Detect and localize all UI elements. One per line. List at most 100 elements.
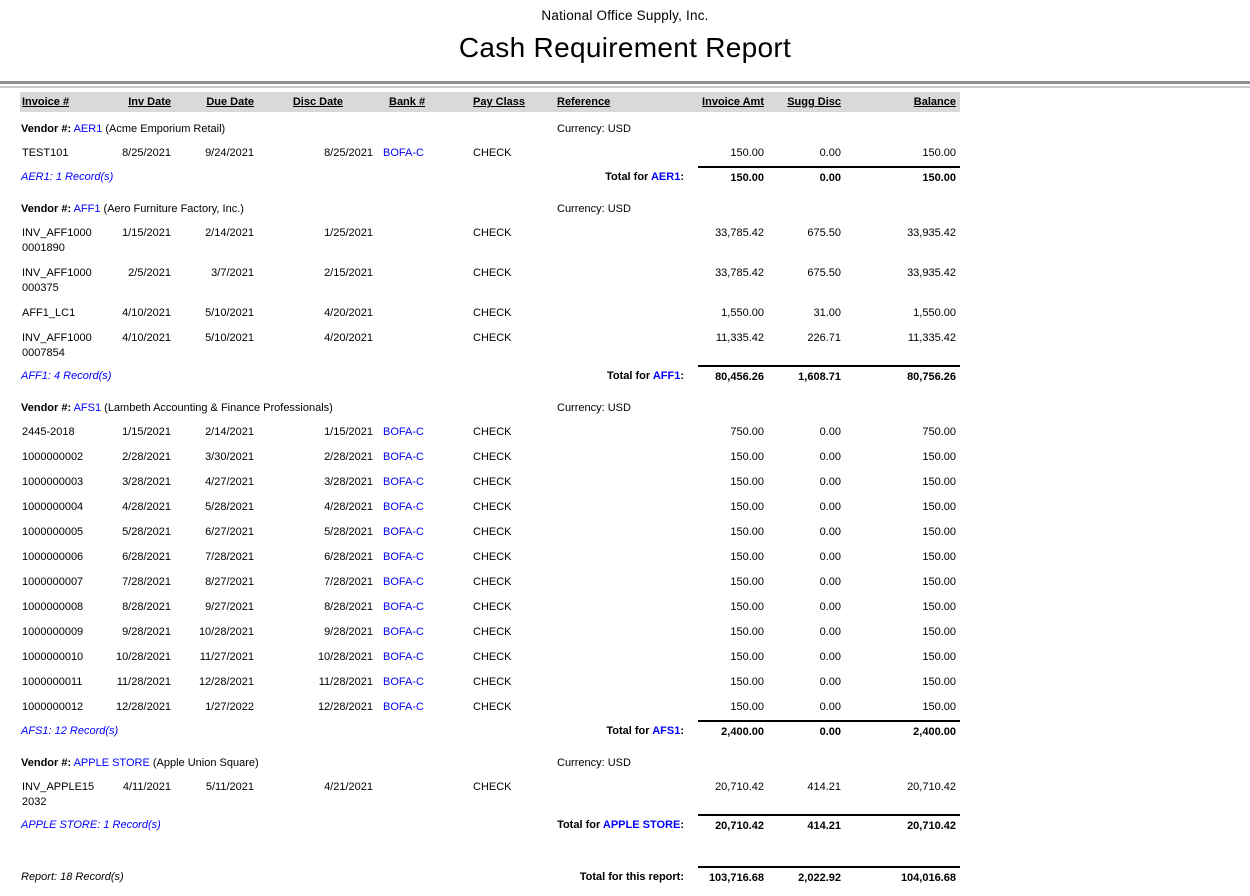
- group-records-link[interactable]: APPLE STORE: 1 Record(s): [20, 815, 377, 840]
- cell-pay_class: CHECK: [467, 775, 557, 815]
- cell-pay_class: CHECK: [467, 695, 557, 721]
- cell-bank-link[interactable]: BOFA-C: [377, 570, 467, 595]
- group-total-code-link[interactable]: APPLE STORE: [603, 819, 680, 831]
- cell-invoice: TEST101: [20, 141, 115, 167]
- cash-requirement-table: Invoice # Inv Date Due Date Disc Date Ba…: [20, 92, 960, 892]
- total-for-text: Total for: [606, 725, 652, 737]
- cell-balance: 33,935.42: [845, 261, 960, 301]
- cell-bank-link[interactable]: BOFA-C: [377, 670, 467, 695]
- cell-reference: [557, 221, 698, 261]
- group-total-label: Total for AFS1:: [377, 721, 698, 746]
- cell-balance: 150.00: [845, 570, 960, 595]
- cell-bank-link[interactable]: BOFA-C: [377, 495, 467, 520]
- cell-sugg_disc: 31.00: [768, 301, 845, 326]
- cell-reference: [557, 261, 698, 301]
- group-total-balance: 150.00: [845, 167, 960, 192]
- table-header-row: Invoice # Inv Date Due Date Disc Date Ba…: [20, 92, 960, 112]
- cell-bank-link[interactable]: BOFA-C: [377, 645, 467, 670]
- title-divider: [0, 81, 1250, 88]
- group-total-code-link[interactable]: AER1: [651, 171, 680, 183]
- cell-due_date: 2/14/2021: [175, 420, 258, 445]
- cell-bank: [377, 301, 467, 326]
- cell-inv_date: 2/5/2021: [115, 261, 175, 301]
- cell-invoice_amt: 150.00: [698, 620, 768, 645]
- cell-balance: 750.00: [845, 420, 960, 445]
- company-name: National Office Supply, Inc.: [0, 0, 1250, 23]
- group-total-code-link[interactable]: AFS1: [652, 725, 680, 737]
- column-header-disc-date: Disc Date: [258, 92, 377, 112]
- cell-bank-link[interactable]: BOFA-C: [377, 141, 467, 167]
- cell-disc_date: 12/28/2021: [258, 695, 377, 721]
- cell-balance: 150.00: [845, 445, 960, 470]
- cell-pay_class: CHECK: [467, 261, 557, 301]
- cell-bank-link[interactable]: BOFA-C: [377, 545, 467, 570]
- cell-inv_date: 8/25/2021: [115, 141, 175, 167]
- group-records-link[interactable]: AFS1: 12 Record(s): [20, 721, 377, 746]
- group-total-invoice_amt: 2,400.00: [698, 721, 768, 746]
- cell-sugg_disc: 0.00: [768, 595, 845, 620]
- cell-bank-link[interactable]: BOFA-C: [377, 595, 467, 620]
- report-total-row: Report: 18 Record(s)Total for this repor…: [20, 867, 960, 892]
- cell-disc_date: 6/28/2021: [258, 545, 377, 570]
- cell-reference: [557, 570, 698, 595]
- cell-invoice_amt: 150.00: [698, 595, 768, 620]
- invoice-row: 100000001111/28/202112/28/202111/28/2021…: [20, 670, 960, 695]
- cell-invoice_amt: 150.00: [698, 570, 768, 595]
- total-colon: :: [680, 171, 684, 183]
- footer-spacer-cell: [20, 840, 960, 867]
- cell-bank-link[interactable]: BOFA-C: [377, 520, 467, 545]
- cell-sugg_disc: 0.00: [768, 470, 845, 495]
- group-total-balance: 2,400.00: [845, 721, 960, 746]
- cell-due_date: 12/28/2021: [175, 670, 258, 695]
- group-total-code-link[interactable]: AFF1: [653, 370, 681, 382]
- cell-invoice: 1000000007: [20, 570, 115, 595]
- cell-pay_class: CHECK: [467, 620, 557, 645]
- cell-invoice: 1000000005: [20, 520, 115, 545]
- vendor-label: Vendor #: APPLE STORE (Apple Union Squar…: [20, 746, 557, 775]
- vendor-number-label: Vendor #:: [21, 123, 71, 135]
- cell-due_date: 5/10/2021: [175, 326, 258, 366]
- currency-label: Currency: USD: [557, 746, 960, 775]
- cell-bank-link[interactable]: BOFA-C: [377, 695, 467, 721]
- cell-bank: [377, 775, 467, 815]
- cell-inv_date: 5/28/2021: [115, 520, 175, 545]
- currency-label: Currency: USD: [557, 391, 960, 420]
- cell-reference: [557, 141, 698, 167]
- cell-bank-link[interactable]: BOFA-C: [377, 445, 467, 470]
- cell-pay_class: CHECK: [467, 670, 557, 695]
- report-total-sugg_disc: 2,022.92: [768, 867, 845, 892]
- vendor-header-row: Vendor #: AFS1 (Lambeth Accounting & Fin…: [20, 391, 960, 420]
- total-colon: :: [680, 819, 684, 831]
- report-total-balance: 104,016.68: [845, 867, 960, 892]
- vendor-code-link[interactable]: AFS1: [74, 402, 102, 414]
- invoice-row: 10000000088/28/20219/27/20218/28/2021BOF…: [20, 595, 960, 620]
- cell-pay_class: CHECK: [467, 326, 557, 366]
- cell-reference: [557, 645, 698, 670]
- cell-disc_date: 4/20/2021: [258, 301, 377, 326]
- cell-bank-link[interactable]: BOFA-C: [377, 470, 467, 495]
- group-records-link[interactable]: AFF1: 4 Record(s): [20, 366, 377, 391]
- cell-sugg_disc: 0.00: [768, 620, 845, 645]
- cell-reference: [557, 775, 698, 815]
- vendor-code-link[interactable]: AER1: [74, 123, 103, 135]
- cell-bank-link[interactable]: BOFA-C: [377, 620, 467, 645]
- cell-pay_class: CHECK: [467, 420, 557, 445]
- cell-sugg_disc: 0.00: [768, 445, 845, 470]
- cell-pay_class: CHECK: [467, 495, 557, 520]
- report-page: National Office Supply, Inc. Cash Requir…: [0, 0, 1250, 892]
- cell-disc_date: 2/28/2021: [258, 445, 377, 470]
- cell-sugg_disc: 0.00: [768, 545, 845, 570]
- cell-bank-link[interactable]: BOFA-C: [377, 420, 467, 445]
- cell-disc_date: 4/20/2021: [258, 326, 377, 366]
- vendor-code-link[interactable]: APPLE STORE: [74, 757, 150, 769]
- vendor-code-link[interactable]: AFF1: [74, 203, 101, 215]
- cell-balance: 150.00: [845, 620, 960, 645]
- column-header-sugg-disc: Sugg Disc: [768, 92, 845, 112]
- group-records-link[interactable]: AER1: 1 Record(s): [20, 167, 377, 192]
- cell-due_date: 5/28/2021: [175, 495, 258, 520]
- vendor-name: (Lambeth Accounting & Finance Profession…: [104, 402, 333, 414]
- invoice-row: 10000000044/28/20215/28/20214/28/2021BOF…: [20, 495, 960, 520]
- cell-pay_class: CHECK: [467, 595, 557, 620]
- group-total-invoice_amt: 20,710.42: [698, 815, 768, 840]
- cell-sugg_disc: 675.50: [768, 221, 845, 261]
